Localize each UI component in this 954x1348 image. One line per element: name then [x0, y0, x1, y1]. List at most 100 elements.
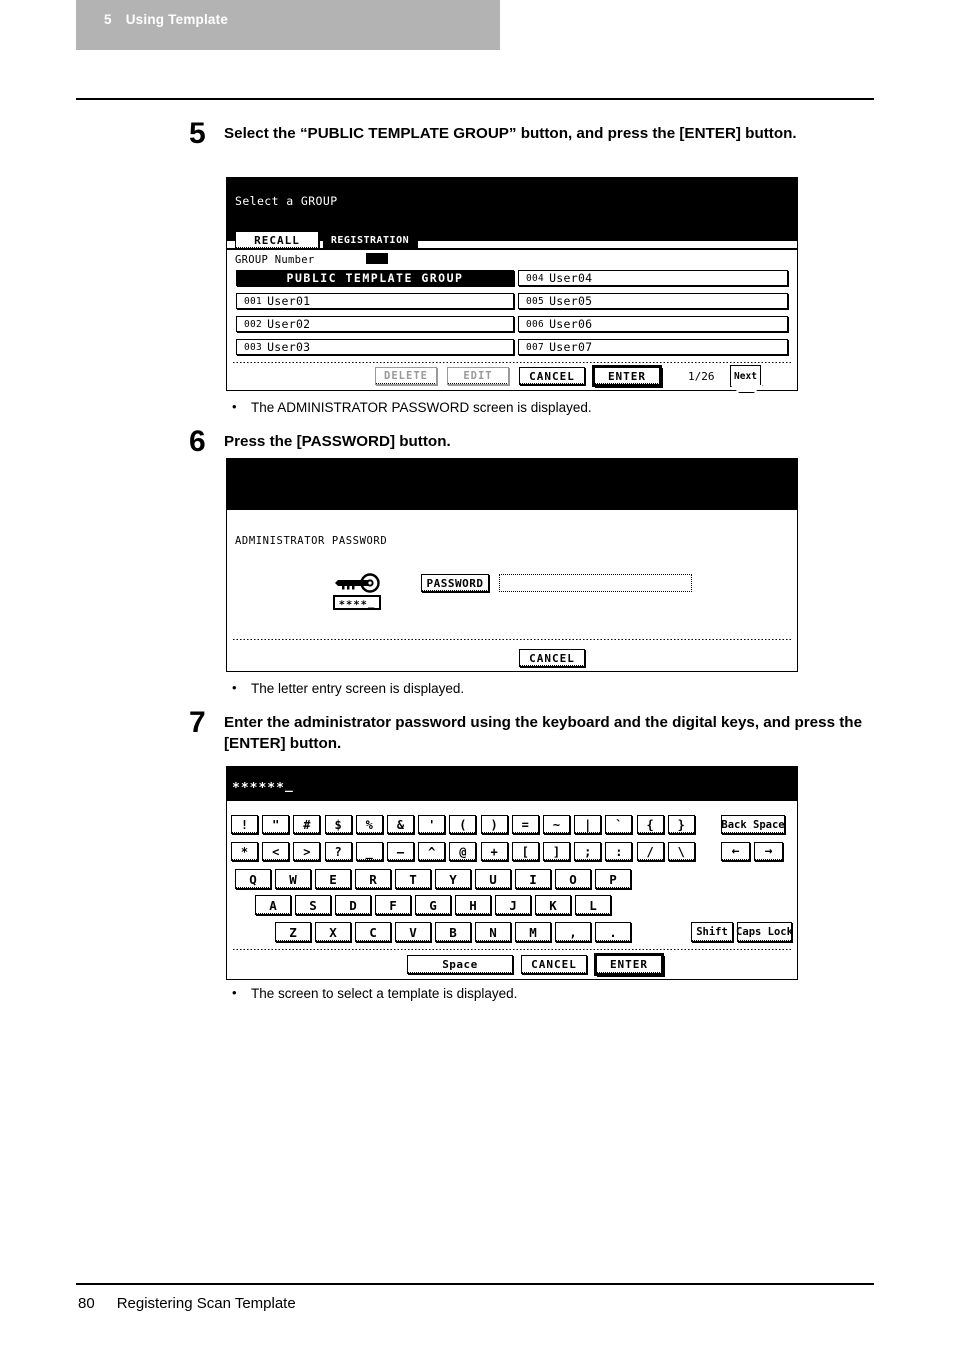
- key--[interactable]: !: [231, 815, 258, 834]
- key--[interactable]: *: [231, 842, 258, 861]
- key--[interactable]: (: [449, 815, 477, 834]
- key--[interactable]: [: [511, 842, 539, 861]
- key-d[interactable]: D: [335, 895, 371, 915]
- next-button[interactable]: Next: [730, 365, 763, 393]
- key-m[interactable]: M: [515, 922, 551, 942]
- key---label: }: [677, 817, 685, 832]
- key--[interactable]: =: [511, 815, 539, 834]
- key-g[interactable]: G: [415, 895, 451, 915]
- key--[interactable]: ]: [543, 842, 570, 861]
- enter-button[interactable]: ENTER: [596, 955, 662, 974]
- key--[interactable]: ): [480, 815, 508, 834]
- key-arrow-left[interactable]: ←: [721, 842, 750, 861]
- key-c[interactable]: C: [355, 922, 391, 942]
- enter-button[interactable]: ENTER: [594, 367, 660, 385]
- list-item-user01[interactable]: 001 User01: [236, 293, 514, 309]
- step-7-note: • The screen to select a template is dis…: [232, 985, 517, 1002]
- key-p[interactable]: P: [595, 869, 631, 889]
- list-item-user04[interactable]: 004 User04: [518, 270, 788, 286]
- key--[interactable]: ': [418, 815, 446, 834]
- list-item-user07[interactable]: 007 User07: [518, 339, 788, 355]
- key-shift-label: Shift: [696, 926, 728, 938]
- key--[interactable]: +: [480, 842, 508, 861]
- key--[interactable]: ?: [324, 842, 352, 861]
- key-u[interactable]: U: [475, 869, 511, 889]
- key--[interactable]: &: [387, 815, 414, 834]
- key--[interactable]: :: [605, 842, 633, 861]
- key--[interactable]: /: [636, 842, 664, 861]
- list-item-public-template-group[interactable]: PUBLIC TEMPLATE GROUP: [236, 270, 514, 286]
- key-r[interactable]: R: [355, 869, 391, 889]
- cancel-button[interactable]: CANCEL: [519, 649, 585, 667]
- key--[interactable]: ~: [543, 815, 570, 834]
- cancel-button[interactable]: CANCEL: [521, 955, 587, 974]
- key---label: !: [240, 817, 249, 832]
- key-t[interactable]: T: [395, 869, 431, 889]
- key-v[interactable]: V: [395, 922, 431, 942]
- password-input[interactable]: [499, 574, 692, 592]
- key--[interactable]: >: [293, 842, 321, 861]
- key-s[interactable]: S: [295, 895, 331, 915]
- space-button[interactable]: Space: [407, 955, 513, 974]
- key-e[interactable]: E: [315, 869, 351, 889]
- key--[interactable]: \: [667, 842, 695, 861]
- key--[interactable]: #: [293, 815, 321, 834]
- key-i[interactable]: I: [515, 869, 551, 889]
- key-back-space[interactable]: Back Space: [721, 815, 785, 834]
- key-z[interactable]: Z: [275, 922, 311, 942]
- edit-button[interactable]: EDIT: [447, 367, 509, 385]
- key-caps-lock[interactable]: Caps Lock: [736, 922, 793, 942]
- list-item-user05[interactable]: 005 User05: [518, 293, 788, 309]
- key--[interactable]: ^: [418, 842, 446, 861]
- key-j[interactable]: J: [495, 895, 531, 915]
- key-a[interactable]: A: [255, 895, 291, 915]
- key---label: %: [365, 817, 373, 832]
- tab-registration[interactable]: REGISTRATION: [323, 231, 417, 249]
- key--[interactable]: |: [574, 815, 602, 834]
- key-b[interactable]: B: [435, 922, 471, 942]
- key--[interactable]: ": [262, 815, 290, 834]
- key--[interactable]: }: [667, 815, 695, 834]
- key--[interactable]: `: [605, 815, 633, 834]
- key---label: #: [303, 817, 311, 832]
- key-f[interactable]: F: [375, 895, 411, 915]
- key-o[interactable]: O: [555, 869, 591, 889]
- key-p-label: P: [609, 871, 617, 887]
- key-q[interactable]: Q: [235, 869, 271, 889]
- step-5-note: • The ADMINISTRATOR PASSWORD screen is d…: [232, 399, 592, 416]
- key-y[interactable]: Y: [435, 869, 471, 889]
- space-button-label: Space: [442, 958, 478, 971]
- list-item-label: User04: [549, 271, 593, 285]
- key--[interactable]: %: [355, 815, 383, 834]
- list-item-user02[interactable]: 002 User02: [236, 316, 514, 332]
- key-w[interactable]: W: [275, 869, 311, 889]
- key-l[interactable]: L: [575, 895, 611, 915]
- list-item-user06[interactable]: 006 User06: [518, 316, 788, 332]
- key-h[interactable]: H: [455, 895, 491, 915]
- password-button[interactable]: PASSWORD: [421, 574, 489, 592]
- key-shift[interactable]: Shift: [691, 922, 733, 942]
- entry-value: ∗∗∗∗∗∗_: [232, 778, 294, 793]
- key--[interactable]: ;: [574, 842, 602, 861]
- tab-recall[interactable]: RECALL: [235, 231, 319, 249]
- cancel-button[interactable]: CANCEL: [519, 367, 585, 385]
- key--[interactable]: @: [449, 842, 477, 861]
- key-arrow-right[interactable]: →: [754, 842, 783, 861]
- next-button-label: Next: [734, 370, 757, 382]
- key-x[interactable]: X: [315, 922, 351, 942]
- key--[interactable]: _: [355, 842, 383, 861]
- list-item-user03[interactable]: 003 User03: [236, 339, 514, 355]
- key-n[interactable]: N: [475, 922, 511, 942]
- key-i-label: I: [529, 871, 537, 887]
- key-k[interactable]: K: [535, 895, 571, 915]
- key--[interactable]: {: [636, 815, 664, 834]
- key--[interactable]: .: [595, 922, 631, 942]
- key--[interactable]: —: [387, 842, 414, 861]
- enter-button-label: ENTER: [607, 369, 647, 383]
- key--[interactable]: ,: [555, 922, 591, 942]
- key---label: ?: [334, 844, 342, 859]
- delete-button[interactable]: DELETE: [375, 367, 437, 385]
- key--[interactable]: $: [324, 815, 352, 834]
- list-item-label: User01: [267, 294, 311, 308]
- key--[interactable]: <: [262, 842, 290, 861]
